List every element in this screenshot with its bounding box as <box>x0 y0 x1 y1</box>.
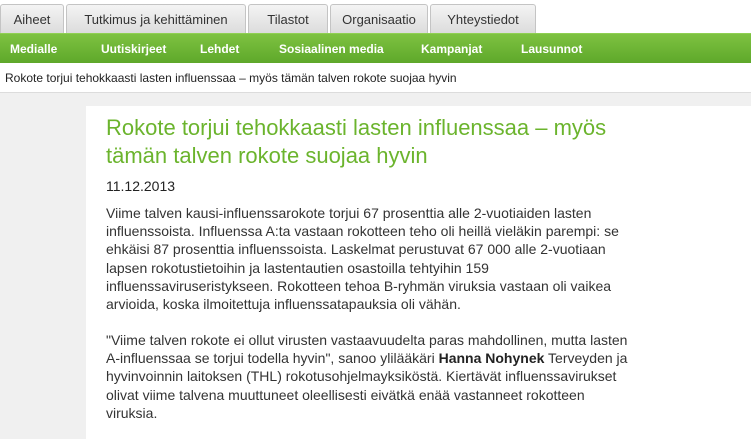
paragraph-line: arvioida, koska ilmoitettuja influenssat… <box>106 296 461 313</box>
quote-text: A-influenssaa se torjui todella hyvin", … <box>106 350 439 367</box>
top-tab-bar: Aiheet Tutkimus ja kehittäminen Tilastot… <box>0 0 751 33</box>
quote-text: Terveyden ja <box>544 350 628 367</box>
media-nav-bar: Medialle Uutiskirjeet Lehdet Sosiaalinen… <box>0 33 751 63</box>
paragraph-line: "Viime talven rokote ei ollut virusten v… <box>106 332 628 348</box>
nav-lausunnot[interactable]: Lausunnot <box>521 34 582 64</box>
tab-organisaatio[interactable]: Organisaatio <box>330 4 428 33</box>
breadcrumb: Rokote torjui tehokkaasti lasten influen… <box>5 71 457 85</box>
tab-aiheet[interactable]: Aiheet <box>0 4 64 33</box>
paragraph-line: hyvinvoinnin laitoksen (THL) rokotusohje… <box>106 368 617 385</box>
paragraph-line: influenssoista. Influenssa A:ta vastaan … <box>106 223 619 240</box>
article-paragraph: "Viime talven rokote ei ollut virusten v… <box>106 331 726 422</box>
title-line: tämän talven rokote suojaa hyvin <box>106 143 428 168</box>
paragraph-line: lapsen rokotustietoihin ja lastentautien… <box>106 259 489 276</box>
nav-medialle[interactable]: Medialle <box>10 34 57 64</box>
tab-tutkimus[interactable]: Tutkimus ja kehittäminen <box>66 4 246 33</box>
title-line: Rokote torjui tehokkaasti lasten influen… <box>106 115 607 140</box>
paragraph-line: Viime talven kausi-influenssarokote torj… <box>106 205 592 221</box>
paragraph-line: viruksia. <box>106 404 158 421</box>
article-paragraph: Viime talven kausi-influenssarokote torj… <box>106 204 726 313</box>
nav-uutiskirjeet[interactable]: Uutiskirjeet <box>101 34 166 64</box>
nav-sosiaalinen-media[interactable]: Sosiaalinen media <box>279 34 384 64</box>
paragraph-line: ehkäisi 87 prosenttia influenssoista. La… <box>106 241 606 258</box>
article-title: Rokote torjui tehokkaasti lasten influen… <box>106 114 706 170</box>
paragraph-line: A-influenssaa se torjui todella hyvin", … <box>106 349 726 367</box>
person-name: Hanna Nohynek <box>438 350 545 367</box>
paragraph-line: influenssaviruseristykseen. Rokotteen te… <box>106 277 612 294</box>
nav-lehdet[interactable]: Lehdet <box>200 34 239 64</box>
article-date: 11.12.2013 <box>106 178 176 194</box>
paragraph-line: olivat viime talvena muuttuneet oleellis… <box>106 386 585 403</box>
article-card: Rokote torjui tehokkaasti lasten influen… <box>86 106 751 439</box>
breadcrumb-bar: Rokote torjui tehokkaasti lasten influen… <box>0 63 751 93</box>
tab-yhteystiedot[interactable]: Yhteystiedot <box>430 4 536 33</box>
nav-kampanjat[interactable]: Kampanjat <box>421 34 482 64</box>
tab-tilastot[interactable]: Tilastot <box>248 4 328 33</box>
